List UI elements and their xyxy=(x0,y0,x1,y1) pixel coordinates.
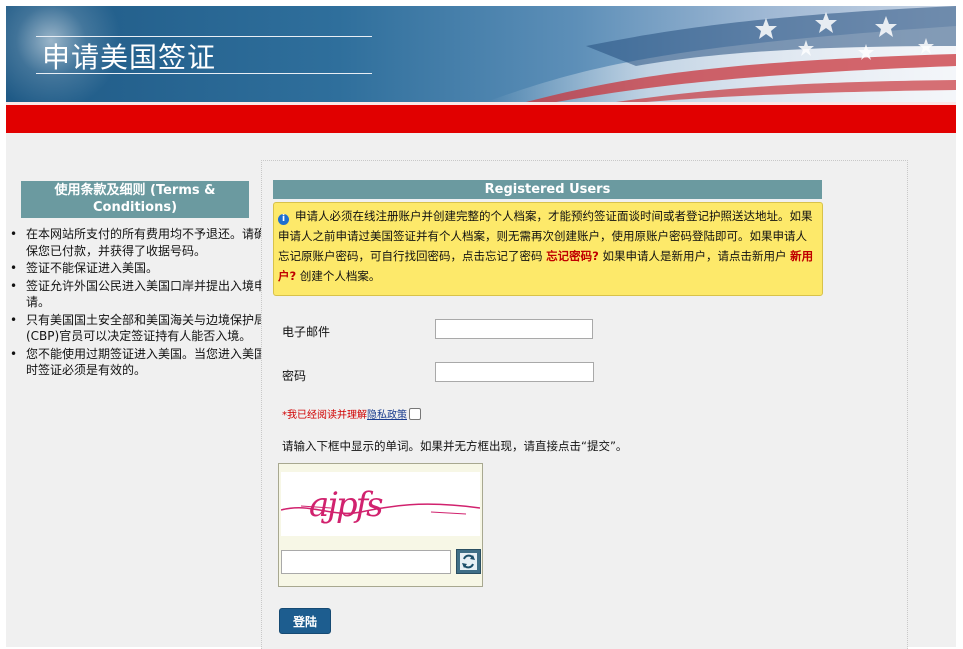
bullet-icon: • xyxy=(10,312,18,327)
terms-item: • 签证不能保证进入美国。 xyxy=(10,260,266,277)
title-rule-bottom xyxy=(36,73,372,74)
red-stripe-highlight xyxy=(6,102,956,105)
login-panel: Registered Users i 申请人必须在线注册账户并创建完整的个人档案，… xyxy=(261,160,908,649)
page: 申请美国签证 使用条款及细则 (Terms & Conditions) • 在本网… xyxy=(6,6,956,649)
password-field[interactable] xyxy=(435,362,594,382)
notice-text: 如果申请人是新用户，请点击新用户 xyxy=(598,249,791,263)
terms-list: • 在本网站所支付的所有费用均不予退还。请确保您已付款，并获得了收据号码。 • 签证… xyxy=(6,226,266,380)
privacy-prefix: *我已经阅读并理解 xyxy=(282,410,367,421)
terms-item: • 在本网站所支付的所有费用均不予退还。请确保您已付款，并获得了收据号码。 xyxy=(10,226,267,259)
header-banner: 申请美国签证 xyxy=(6,6,956,102)
bullet-icon: • xyxy=(10,261,18,275)
us-flag-decoration xyxy=(486,6,956,102)
captcha-input[interactable] xyxy=(281,550,451,574)
privacy-checkbox[interactable] xyxy=(409,408,421,420)
registered-users-heading: Registered Users xyxy=(273,180,822,199)
captcha-instructions: 请输入下框中显示的单词。如果并无方框出现，请直接点击“提交”。 xyxy=(282,439,628,453)
bullet-icon: • xyxy=(10,278,18,293)
terms-item-text: 您不能使用过期签证进入美国。当您进入美国时签证必须是有效的。 xyxy=(26,346,267,378)
bullet-icon: • xyxy=(10,346,18,361)
terms-item: • 签证允许外国公民进入美国口岸并提出入境申请。 xyxy=(10,278,267,311)
refresh-icon xyxy=(460,553,477,570)
captcha-image: ajpfs xyxy=(280,472,481,536)
notice-text: 创建个人档案。 xyxy=(296,269,381,283)
info-icon: i xyxy=(278,214,289,225)
page-title: 申请美国签证 xyxy=(42,41,217,74)
terms-item-text: 签证不能保证进入美国。 xyxy=(26,261,159,275)
captcha-refresh-button[interactable] xyxy=(456,549,481,574)
privacy-policy-link[interactable]: 隐私政策 xyxy=(367,410,407,421)
bullet-icon: • xyxy=(10,227,18,241)
login-button[interactable]: 登陆 xyxy=(279,608,331,634)
captcha-word: ajpfs xyxy=(309,485,383,525)
info-notice: i 申请人必须在线注册账户并创建完整的个人档案，才能预约签证面谈时间或者登记护照送… xyxy=(273,202,823,296)
forgot-password-link[interactable]: 忘记密码? xyxy=(546,249,599,263)
privacy-agreement: *我已经阅读并理解隐私政策 xyxy=(282,406,421,421)
terms-item-text: 在本网站所支付的所有费用均不予退还。请确保您已付款，并获得了收据号码。 xyxy=(26,227,267,258)
captcha-box: ajpfs xyxy=(278,463,483,587)
terms-heading: 使用条款及细则 (Terms & Conditions) xyxy=(21,181,249,218)
terms-item: • 您不能使用过期签证进入美国。当您进入美国时签证必须是有效的。 xyxy=(10,346,267,379)
terms-item: • 只有美国国土安全部和美国海关与边境保护局(CBP)官员可以决定签证持有人能否入… xyxy=(10,312,267,345)
terms-item-text: 签证允许外国公民进入美国口岸并提出入境申请。 xyxy=(26,278,267,310)
email-field[interactable] xyxy=(435,319,593,339)
email-label: 电子邮件 xyxy=(282,325,331,339)
password-label: 密码 xyxy=(282,369,307,383)
red-stripe xyxy=(6,102,956,133)
terms-item-text: 只有美国国土安全部和美国海关与边境保护局(CBP)官员可以决定签证持有人能否入境… xyxy=(26,312,267,344)
